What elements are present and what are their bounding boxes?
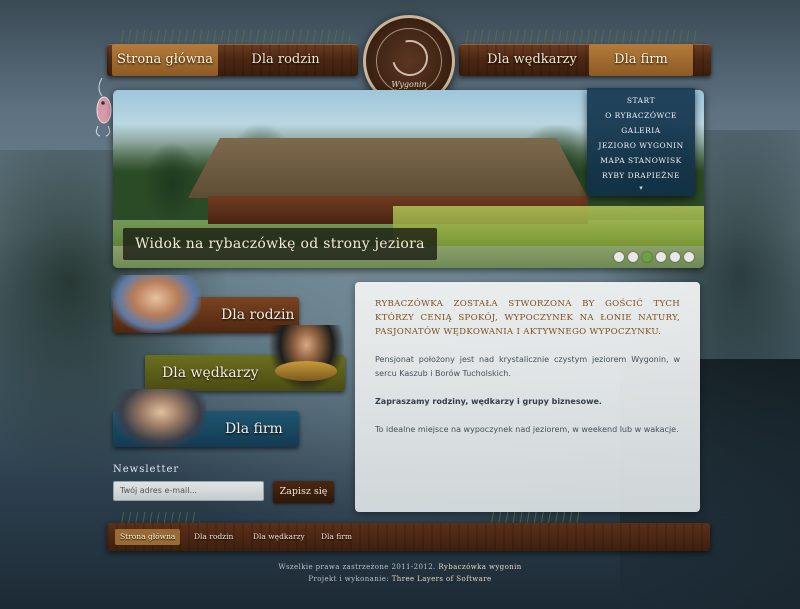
nav-anglers[interactable]: Dla wędkarzy: [474, 44, 590, 76]
credit-text: Projekt i wykonanie:: [308, 575, 390, 583]
slider-dot[interactable]: [614, 252, 624, 262]
credit-brand[interactable]: Three Layers of Software: [392, 575, 492, 583]
slider-dot[interactable]: [628, 252, 638, 262]
slider-dot[interactable]: [684, 252, 694, 262]
copyright-text: Wszelkie prawa zastrzeżone 2011-2012.: [278, 563, 436, 571]
hero-house-roof: [188, 138, 588, 198]
newsletter-title: Newsletter: [113, 464, 180, 475]
hero-reeds: [393, 206, 704, 246]
top-nav-left: Strona główna Dla rodzin: [107, 44, 358, 76]
credit-line: Projekt i wykonanie: Three Layers of Sof…: [0, 575, 800, 583]
slider-dot[interactable]: [656, 252, 666, 262]
fishing-lure-icon: [95, 78, 112, 137]
slider-dot-active[interactable]: [642, 252, 652, 262]
dropdown-item-fish[interactable]: Ryby drapieżne: [587, 168, 695, 183]
business-photo: [115, 389, 207, 447]
dropdown-item-start[interactable]: Start: [587, 93, 695, 108]
anglers-label: Dla wędkarzy: [162, 365, 259, 381]
slider-dot[interactable]: [670, 252, 680, 262]
chevron-down-icon[interactable]: ▾: [587, 183, 695, 193]
copyright-line: Wszelkie prawa zastrzeżone 2011-2012. Ry…: [0, 563, 800, 571]
nav-companies[interactable]: Dla firm: [589, 44, 693, 76]
welcome-paragraph-1: Pensjonat położony jest nad krystaliczni…: [375, 355, 680, 378]
welcome-paragraph-2: Zapraszamy rodziny, wędkarzy i grupy biz…: [375, 397, 602, 406]
copyright-brand[interactable]: Rybaczówka wygonin: [438, 563, 521, 571]
hero-caption: Widok na rybaczówkę od strony jeziora: [123, 228, 437, 260]
dropdown-item-lake[interactable]: Jezioro Wygonin: [587, 138, 695, 153]
dropdown-item-about[interactable]: O rybaczówce: [587, 108, 695, 123]
companies-label: Dla firm: [225, 421, 283, 437]
slider-dots: [614, 252, 694, 262]
welcome-paragraph-3: To idealne miejsce na wypoczynek nad jez…: [375, 425, 679, 434]
footer-nav-families[interactable]: Dla rodzin: [189, 529, 238, 545]
footer-nav-home[interactable]: Strona główna: [115, 529, 181, 545]
footer-nav: Strona główna Dla rodzin Dla wędkarzy Dl…: [107, 523, 710, 551]
nav-families[interactable]: Dla rodzin: [233, 44, 338, 76]
newsletter-email-input[interactable]: Twój adres e-mail...: [113, 481, 264, 501]
nav-home[interactable]: Strona główna: [112, 44, 218, 76]
dropdown-item-map[interactable]: Mapa stanowisk: [587, 153, 695, 168]
anglers-button[interactable]: Dla wędkarzy: [145, 325, 345, 391]
angler-photo: [269, 325, 344, 391]
companies-button[interactable]: Dla firm: [113, 389, 299, 447]
top-nav-right: Dla wędkarzy Dla firm: [459, 44, 711, 76]
fish-photo: [275, 361, 337, 381]
companies-dropdown-menu: Start O rybaczówce Galeria Jezioro Wygon…: [587, 88, 695, 196]
families-photo: [111, 275, 201, 333]
welcome-lead: Rybaczówka została stworzona by gościć t…: [375, 299, 680, 337]
newsletter-submit-button[interactable]: Zapisz się: [273, 481, 334, 503]
welcome-panel: Rybaczówka została stworzona by gościć t…: [355, 282, 700, 512]
footer-nav-companies[interactable]: Dla firm: [316, 529, 357, 545]
dropdown-item-gallery[interactable]: Galeria: [587, 123, 695, 138]
footer-nav-anglers[interactable]: Dla wędkarzy: [248, 529, 310, 545]
